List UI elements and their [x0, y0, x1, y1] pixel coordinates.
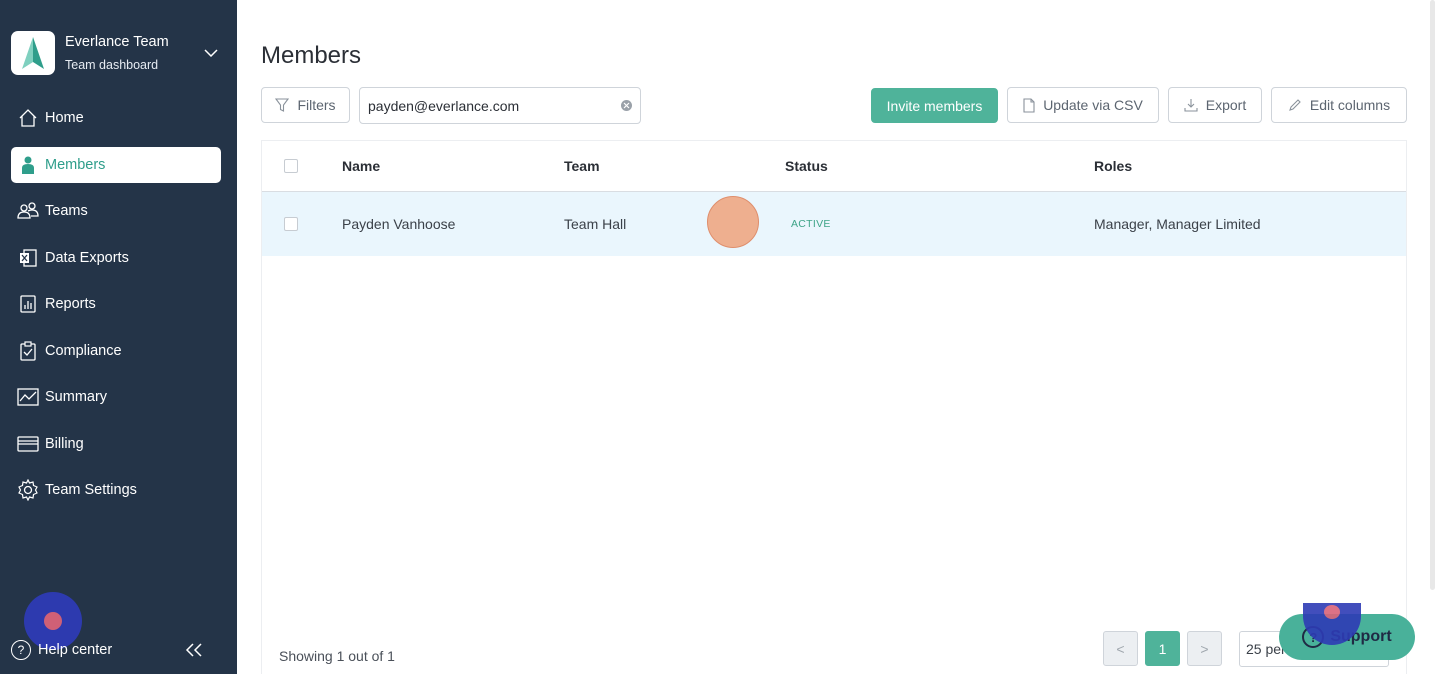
person-icon	[17, 154, 39, 176]
sidebar-item-label: Team Settings	[45, 482, 137, 498]
people-icon	[17, 200, 39, 222]
invite-members-label: Invite members	[886, 97, 983, 114]
excel-icon	[17, 247, 39, 269]
main-content: Members Filters Invite members Update vi…	[237, 0, 1440, 674]
clear-search-icon[interactable]	[621, 100, 632, 111]
sidebar-item-label: Summary	[45, 389, 108, 405]
sidebar-item-label: Teams	[45, 203, 88, 219]
sidebar-item-data-exports[interactable]: Data Exports	[11, 240, 221, 276]
download-icon	[1184, 98, 1198, 112]
members-table: Name Team Status Roles Payden Vanhoose T…	[261, 140, 1407, 674]
update-via-csv-button[interactable]: Update via CSV	[1007, 87, 1159, 123]
sidebar-item-label: Reports	[45, 296, 96, 312]
sidebar-item-label: Home	[45, 110, 84, 126]
team-name: Everlance Team	[65, 34, 169, 50]
table-row[interactable]: Payden Vanhoose Team Hall ACTIVE Manager…	[262, 192, 1406, 256]
home-icon	[17, 107, 39, 129]
page-title: Members	[261, 42, 362, 69]
sidebar-item-label: Compliance	[45, 342, 122, 359]
file-icon	[1023, 97, 1035, 113]
page-1-button[interactable]: 1	[1145, 631, 1180, 666]
sidebar-item-label: Members	[45, 156, 106, 173]
column-header-roles[interactable]: Roles	[1094, 158, 1132, 174]
help-center-link[interactable]: ? Help center	[11, 640, 112, 660]
line-chart-icon	[17, 386, 39, 408]
prev-page-button[interactable]: <	[1103, 631, 1138, 666]
member-name[interactable]: Payden Vanhoose	[342, 216, 455, 232]
filter-icon	[275, 98, 290, 112]
sidebar-item-label: Billing	[45, 435, 84, 452]
export-label: Export	[1205, 97, 1247, 113]
pencil-icon	[1288, 98, 1302, 112]
sidebar-item-compliance[interactable]: Compliance	[11, 333, 221, 369]
team-subtitle: Team dashboard	[65, 58, 159, 72]
help-center-label: Help center	[38, 642, 113, 658]
invite-members-button[interactable]: Invite members	[871, 88, 998, 123]
update-via-csv-label: Update via CSV	[1043, 97, 1143, 113]
sidebar-item-team-settings[interactable]: Team Settings	[11, 472, 221, 508]
search-input[interactable]	[368, 97, 621, 114]
filters-label: Filters	[297, 97, 336, 113]
sidebar: Everlance Team Team dashboard Home Membe…	[0, 0, 237, 674]
chevron-down-icon[interactable]	[201, 43, 221, 63]
status-badge: ACTIVE	[791, 218, 831, 230]
sidebar-item-summary[interactable]: Summary	[11, 379, 221, 415]
clipboard-check-icon	[17, 340, 39, 362]
select-all-checkbox[interactable]	[284, 159, 298, 173]
question-icon: ?	[11, 640, 31, 660]
member-team: Team Hall	[564, 216, 627, 232]
click-indicator	[707, 196, 759, 248]
search-field[interactable]	[359, 87, 641, 124]
everlance-logo	[11, 31, 55, 75]
filters-button[interactable]: Filters	[261, 87, 350, 123]
table-header: Name Team Status Roles	[262, 141, 1406, 192]
edit-columns-label: Edit columns	[1309, 97, 1391, 113]
collapse-sidebar-icon[interactable]	[184, 640, 204, 660]
gear-icon	[17, 479, 39, 501]
next-page-button[interactable]: >	[1187, 631, 1222, 666]
member-roles: Manager, Manager Limited	[1094, 216, 1261, 232]
sidebar-item-members[interactable]: Members	[11, 146, 221, 183]
sidebar-item-home[interactable]: Home	[11, 100, 221, 136]
edit-columns-button[interactable]: Edit columns	[1271, 87, 1407, 123]
report-icon	[17, 293, 39, 315]
export-button[interactable]: Export	[1168, 87, 1262, 123]
column-header-name[interactable]: Name	[342, 158, 380, 174]
row-checkbox[interactable]	[284, 217, 298, 231]
sidebar-item-reports[interactable]: Reports	[11, 286, 221, 322]
scrollbar-thumb[interactable]	[1430, 0, 1435, 590]
sidebar-nav: Home Members Teams Data Exports Reports	[11, 100, 221, 519]
column-header-team[interactable]: Team	[564, 158, 600, 174]
sidebar-item-teams[interactable]: Teams	[11, 193, 221, 229]
sidebar-item-label: Data Exports	[45, 249, 129, 266]
sidebar-item-billing[interactable]: Billing	[11, 426, 221, 462]
column-header-status[interactable]: Status	[785, 158, 828, 174]
credit-card-icon	[17, 433, 39, 455]
showing-count: Showing 1 out of 1	[279, 648, 395, 664]
team-switcher[interactable]: Everlance Team Team dashboard	[11, 31, 221, 75]
